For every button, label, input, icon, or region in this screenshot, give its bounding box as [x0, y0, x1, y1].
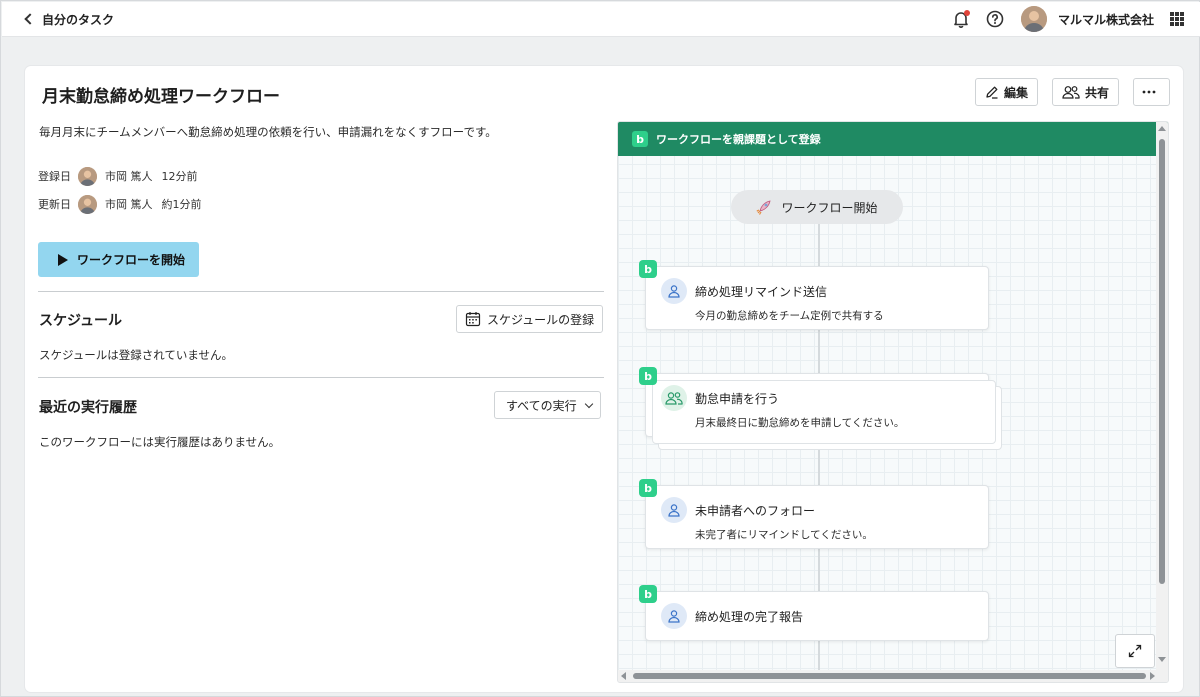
- top-bar: 自分のタスク マルマル株式会社: [2, 2, 1200, 37]
- header-actions: 編集 共有: [974, 78, 1170, 106]
- edit-button[interactable]: 編集: [974, 78, 1038, 106]
- flow-node-title: 締め処理の完了報告: [695, 610, 804, 624]
- history-filter-dropdown[interactable]: すべての実行: [494, 391, 601, 419]
- updated-time: 約1分前: [161, 198, 202, 211]
- registered-time: 12分前: [161, 170, 198, 183]
- flow-node[interactable]: b 勤怠申請を行う 月末最終日に勤怠締めを申請してください。: [639, 367, 1002, 450]
- rocket-icon: [756, 200, 771, 215]
- chevron-down-icon: [584, 399, 593, 408]
- start-workflow-label: ワークフローを開始: [77, 253, 186, 267]
- updated-info: 更新日 市岡 篤人 約1分前: [38, 194, 202, 214]
- workflow-diagram[interactable]: b ワークフローを親課題として登録 ワークフロー開始 b 締め処理リマインド送信…: [617, 121, 1169, 683]
- history-empty-text: このワークフローには実行履歴はありません。: [39, 435, 281, 449]
- team-icon: [661, 385, 687, 411]
- register-schedule-label: スケジュールの登録: [487, 312, 595, 327]
- more-button[interactable]: [1133, 78, 1170, 106]
- register-parent-task-bar[interactable]: b ワークフローを親課題として登録: [618, 122, 1168, 156]
- person-icon: [661, 497, 687, 523]
- registered-info: 登録日 市岡 篤人 12分前: [38, 166, 198, 186]
- play-icon: [58, 253, 68, 266]
- flow-node-title: 未申請者へのフォロー: [695, 504, 816, 518]
- app-logo-icon: b: [639, 585, 657, 603]
- flow-start-label: ワークフロー開始: [781, 200, 878, 215]
- flow-node[interactable]: b 未申請者へのフォロー 未完了者にリマインドしてください。: [639, 479, 989, 549]
- share-label: 共有: [1084, 85, 1109, 100]
- start-workflow-button[interactable]: ワークフローを開始: [38, 242, 199, 277]
- workflow-description: 毎月月末にチームメンバーへ勤怠締め処理の依頼を行い、申請漏れをなくすフローです。: [39, 125, 497, 139]
- users-icon: [1062, 86, 1080, 99]
- app-logo-icon: b: [639, 260, 657, 278]
- updated-label: 更新日: [38, 198, 71, 211]
- history-filter-label: すべての実行: [506, 398, 577, 413]
- chevron-left-icon: [24, 13, 36, 25]
- flow-node[interactable]: b 締め処理リマインド送信 今月の勤怠締めをチーム定例で共有する: [639, 260, 989, 330]
- updated-user: 市岡 篤人: [105, 198, 153, 211]
- flow-node-title: 勤怠申請を行う: [695, 392, 780, 406]
- expand-button[interactable]: [1115, 634, 1155, 668]
- divider: [38, 291, 604, 292]
- help-icon[interactable]: [985, 9, 1005, 29]
- more-icon: [1142, 90, 1156, 94]
- register-parent-task-label: ワークフローを親課題として登録: [656, 133, 821, 146]
- vertical-scrollbar[interactable]: [1156, 122, 1168, 682]
- edit-label: 編集: [1003, 85, 1028, 100]
- company-name[interactable]: マルマル株式会社: [1058, 11, 1154, 28]
- app-logo-icon: b: [639, 479, 657, 497]
- flow-node[interactable]: b 締め処理の完了報告: [639, 585, 989, 641]
- schedule-empty-text: スケジュールは登録されていません。: [39, 348, 234, 362]
- avatar: [78, 194, 97, 214]
- schedule-title: スケジュール: [39, 313, 123, 329]
- flow-node-title: 締め処理リマインド送信: [695, 285, 828, 299]
- expand-icon: [1128, 644, 1142, 658]
- flow-node-subtitle: 未完了者にリマインドしてください。: [695, 529, 873, 541]
- page-title: 月末勤怠締め処理ワークフロー: [42, 87, 280, 107]
- avatar[interactable]: [1020, 6, 1047, 32]
- flow-start-node: ワークフロー開始: [731, 190, 903, 224]
- bell-icon[interactable]: [951, 9, 971, 29]
- registered-user: 市岡 篤人: [105, 170, 153, 183]
- history-title: 最近の実行履歴: [39, 400, 137, 416]
- register-schedule-button[interactable]: スケジュールの登録: [456, 305, 604, 333]
- share-button[interactable]: 共有: [1051, 78, 1119, 106]
- workflow-card: 月末勤怠締め処理ワークフロー 編集 共有 毎月月末にチームメンバーへ勤怠締め処理…: [25, 66, 1183, 692]
- person-icon: [661, 278, 687, 304]
- divider: [38, 377, 604, 378]
- apps-grid-icon[interactable]: [1170, 12, 1184, 26]
- back-link[interactable]: 自分のタスク: [22, 10, 114, 28]
- person-icon: [661, 603, 687, 629]
- app-logo-icon: b: [639, 367, 657, 385]
- flow-node-subtitle: 今月の勤怠締めをチーム定例で共有する: [695, 310, 884, 322]
- calendar-icon: [465, 312, 481, 327]
- horizontal-scrollbar[interactable]: [618, 670, 1158, 682]
- back-label: 自分のタスク: [42, 12, 115, 27]
- avatar: [78, 166, 97, 186]
- pencil-icon: [986, 86, 998, 99]
- app-logo-icon: b: [632, 131, 648, 147]
- registered-label: 登録日: [38, 170, 71, 183]
- app-window: 自分のタスク マルマル株式会社 月末勤怠締め処理ワークフロー 編集 共有 毎月月…: [0, 0, 1200, 697]
- notification-dot: [963, 10, 970, 16]
- flow-node-subtitle: 月末最終日に勤怠締めを申請してください。: [695, 417, 905, 429]
